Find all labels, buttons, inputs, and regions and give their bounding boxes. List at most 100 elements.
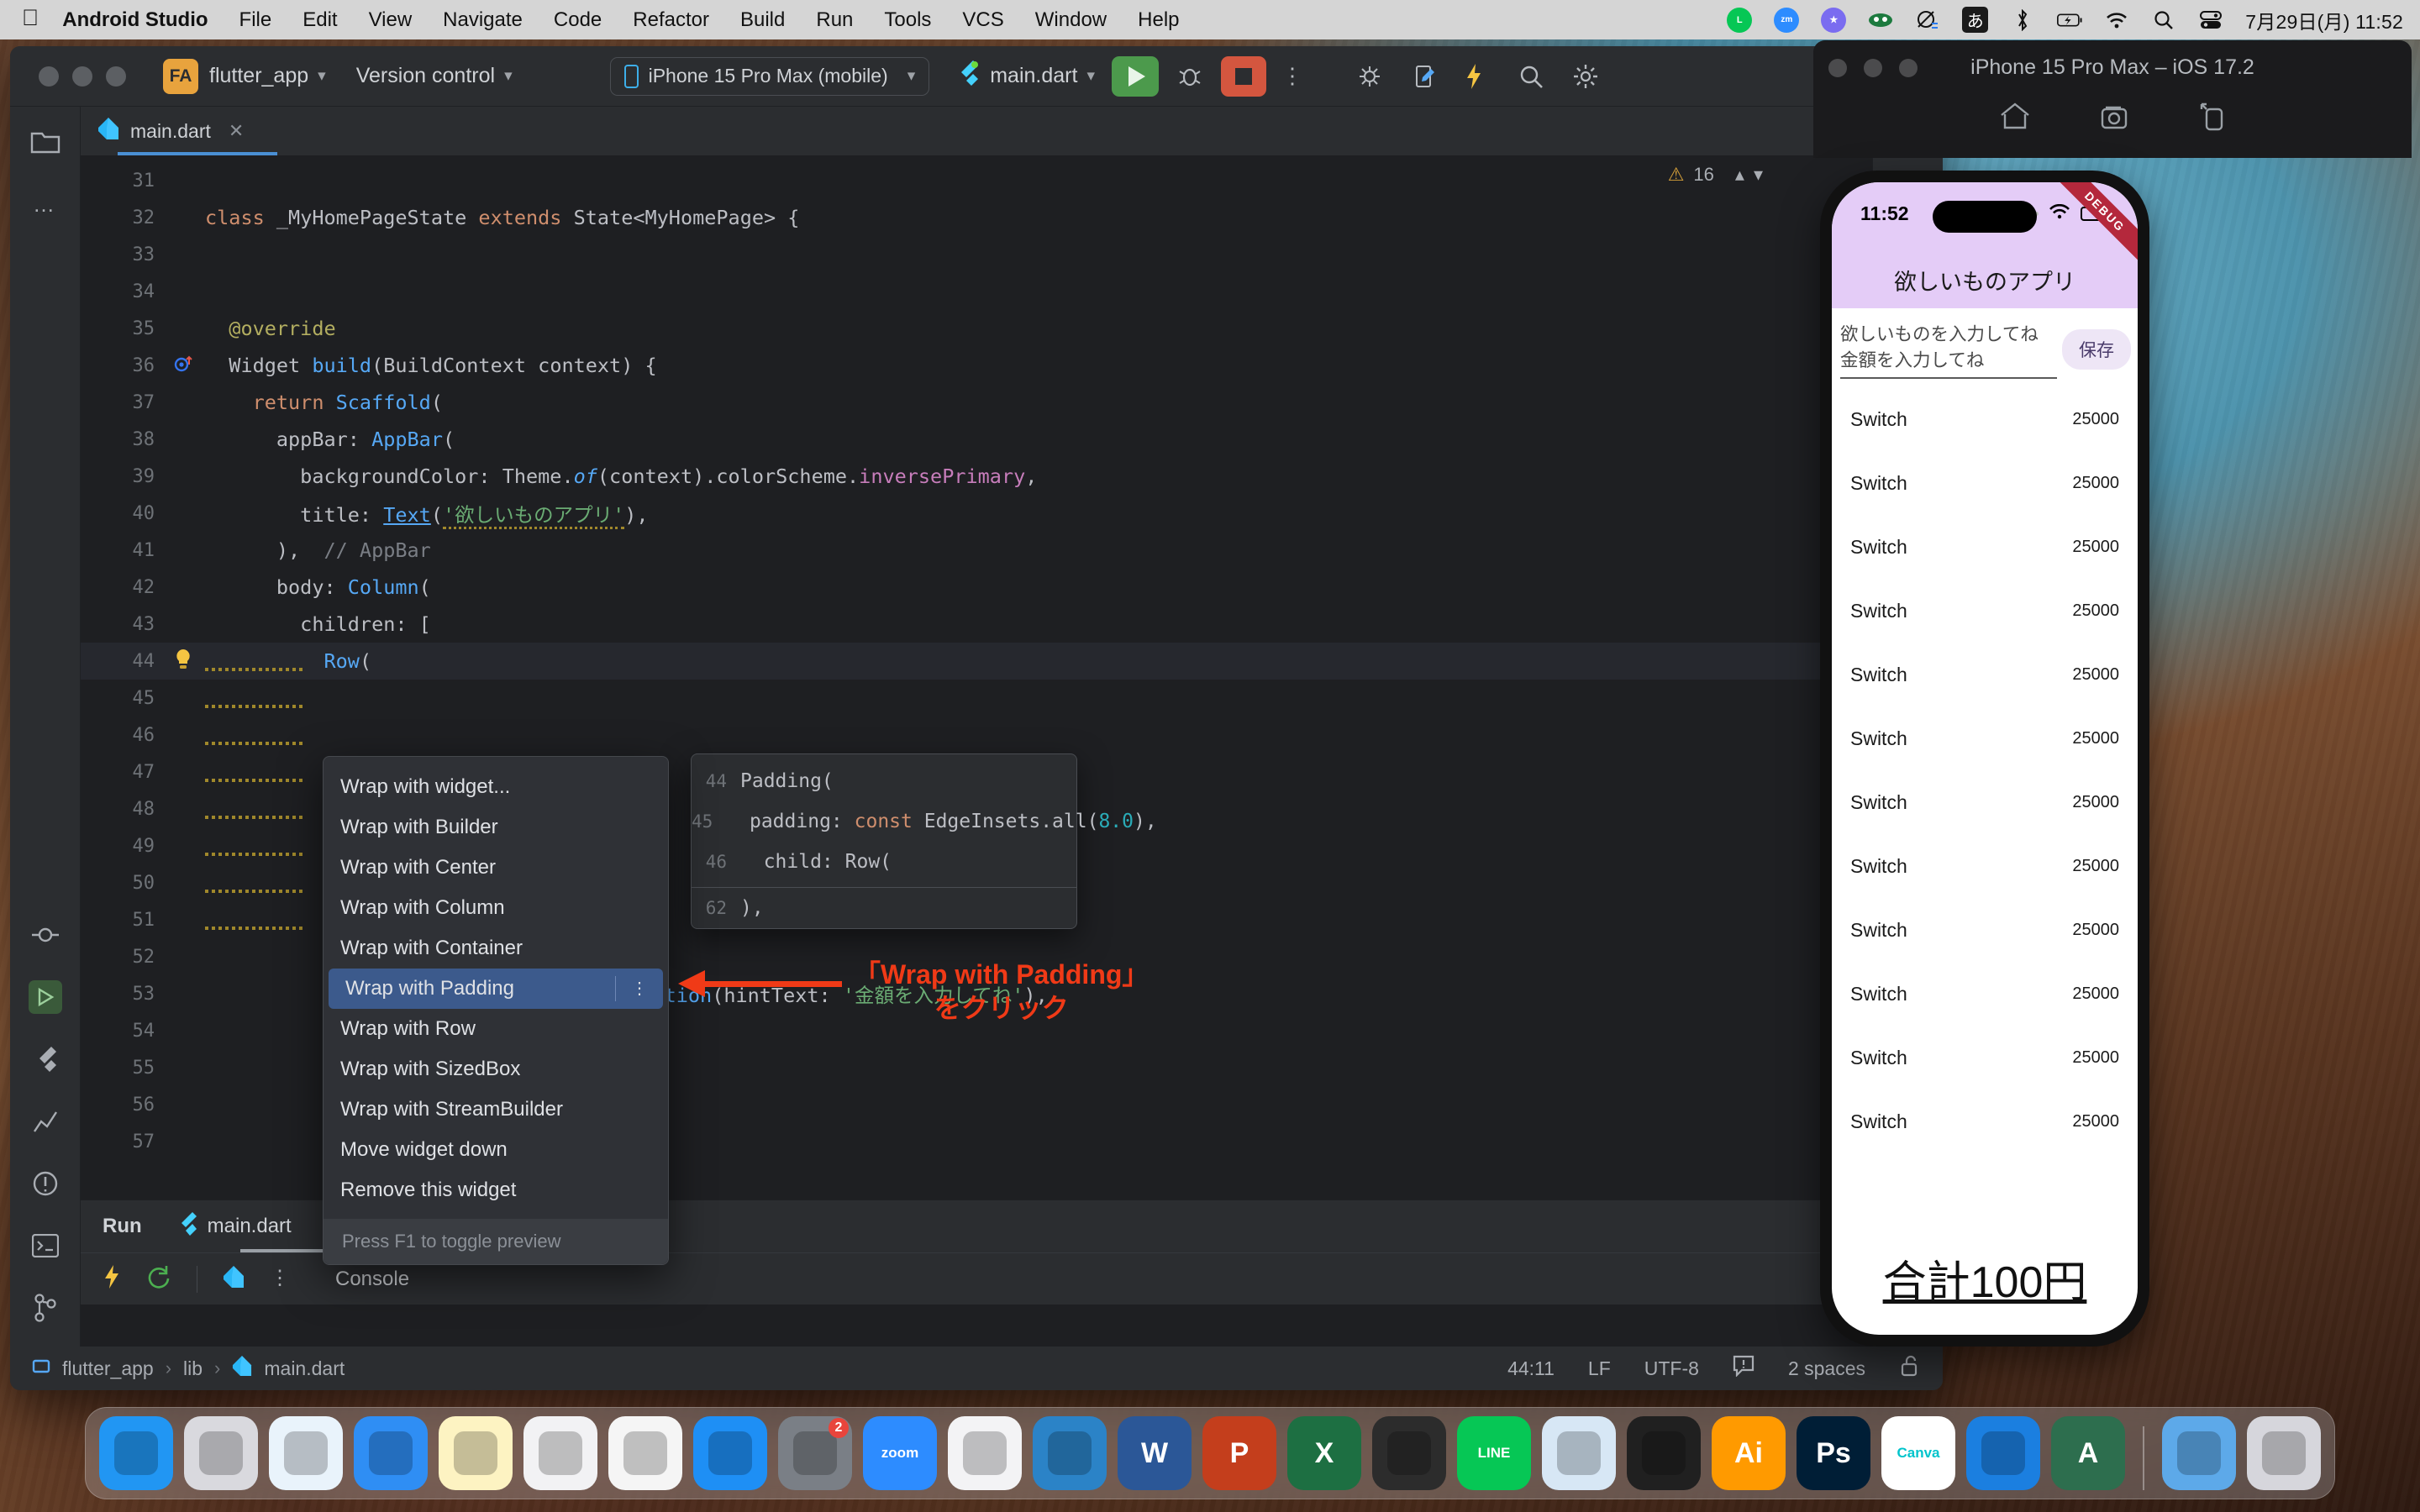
menu-item-tools[interactable]: Tools	[884, 8, 931, 32]
dock-xcode-icon[interactable]	[1966, 1416, 2040, 1490]
dock-downloads-icon[interactable]	[2162, 1416, 2236, 1490]
terminal-icon[interactable]	[29, 1229, 62, 1263]
code-line[interactable]: 33	[81, 236, 1872, 273]
dock-figma-icon[interactable]	[1372, 1416, 1446, 1490]
list-item[interactable]: Switch 25000	[1832, 1026, 2138, 1089]
edit-note-icon[interactable]	[1413, 64, 1436, 89]
code-line[interactable]: 42 body: Column(	[81, 569, 1872, 606]
rotate-icon[interactable]	[2196, 101, 2227, 135]
code-line[interactable]: 44 Row(	[81, 643, 1872, 680]
breadcrumb-project[interactable]: flutter_app	[62, 1357, 154, 1380]
console-more-icon[interactable]: ⋮	[270, 1268, 290, 1289]
antivirus-icon[interactable]	[1868, 8, 1893, 33]
menu-item-edit[interactable]: Edit	[302, 8, 337, 32]
close-window-button[interactable]	[39, 66, 59, 87]
device-selector[interactable]: iPhone 15 Pro Max (mobile) ▾	[609, 56, 930, 96]
search-icon[interactable]	[2151, 8, 2176, 33]
code-line[interactable]: 39 backgroundColor: Theme.of(context).co…	[81, 458, 1872, 495]
more-tool-windows-icon[interactable]: …	[29, 187, 62, 221]
dock-slack-icon[interactable]	[948, 1416, 1022, 1490]
menu-item-view[interactable]: View	[369, 8, 413, 32]
wish-list[interactable]: Switch 25000 Switch 25000 Switch 25000 Switch 2…	[1832, 387, 2138, 1153]
list-item[interactable]: Switch 25000	[1832, 643, 2138, 706]
dock-settings-icon[interactable]: 2	[778, 1416, 852, 1490]
list-item[interactable]: Switch 25000	[1832, 706, 2138, 770]
dock-canva-icon[interactable]: Canva	[1881, 1416, 1955, 1490]
menu-item-refactor[interactable]: Refactor	[633, 8, 709, 32]
console-output[interactable]	[81, 1305, 1872, 1347]
file-encoding[interactable]: UTF-8	[1644, 1357, 1699, 1380]
code-line[interactable]: 31	[81, 162, 1872, 199]
dock-preview-icon[interactable]	[1542, 1416, 1616, 1490]
apple-icon[interactable]: 	[22, 7, 39, 29]
menu-item-wrap-with-row[interactable]: Wrap with Row	[324, 1009, 668, 1049]
menu-item-wrap-with-container[interactable]: Wrap with Container	[324, 928, 668, 969]
override-marker-icon[interactable]	[161, 353, 205, 379]
search-everywhere-icon[interactable]	[1518, 64, 1544, 89]
code-line[interactable]: 41 ), // AppBar	[81, 532, 1872, 569]
menu-item-move-widget-down[interactable]: Move widget down	[324, 1130, 668, 1170]
dock-photoshop-icon[interactable]: Ps	[1797, 1416, 1870, 1490]
dock-chrome-icon[interactable]	[608, 1416, 682, 1490]
code-line[interactable]: 46	[81, 717, 1872, 753]
breadcrumb[interactable]: flutter_app › lib › main.dart	[32, 1355, 345, 1382]
menu-item-wrap-with-padding[interactable]: Wrap with Padding ⋮	[329, 969, 663, 1009]
save-button[interactable]: 保存	[2062, 329, 2131, 370]
menu-item-wrap-with-column[interactable]: Wrap with Column	[324, 888, 668, 928]
home-icon[interactable]	[1998, 101, 2032, 135]
dock-vscode-icon[interactable]	[1033, 1416, 1107, 1490]
iphone-screen[interactable]: 11:52 欲しいものアプリ DEBUG 欲しいものを入力してね金額を入力してね…	[1832, 182, 2138, 1335]
breadcrumb-folder[interactable]: lib	[183, 1357, 203, 1380]
menu-item-navigate[interactable]: Navigate	[443, 8, 523, 32]
list-item[interactable]: Switch 25000	[1832, 770, 2138, 834]
version-control-tool-icon[interactable]	[29, 1291, 62, 1325]
control-center-icon[interactable]	[2198, 8, 2223, 33]
dock-photos-icon[interactable]	[1627, 1416, 1701, 1490]
stop-button[interactable]	[1221, 55, 1266, 97]
list-item[interactable]: Switch 25000	[1832, 962, 2138, 1026]
hot-reload-icon[interactable]	[1465, 63, 1483, 90]
dart-file-icon[interactable]	[223, 1265, 245, 1293]
breadcrumb-file[interactable]: main.dart	[264, 1357, 345, 1380]
menu-item-remove-this-widget[interactable]: Remove this widget	[324, 1170, 668, 1210]
dock-line-icon[interactable]: LINE	[1457, 1416, 1531, 1490]
run-config-selector[interactable]: main.dart ▾	[955, 60, 1095, 92]
dock-powerpoint-icon[interactable]: P	[1202, 1416, 1276, 1490]
ime-icon[interactable]: あ	[1962, 7, 1989, 33]
version-control-selector[interactable]: Version control ▾	[356, 64, 513, 88]
window-traffic-lights[interactable]	[39, 66, 126, 87]
menu-item-wrap-with-builder[interactable]: Wrap with Builder	[324, 807, 668, 848]
dock-safari-icon[interactable]	[269, 1416, 343, 1490]
screenshot-icon[interactable]	[2097, 101, 2131, 135]
project-selector[interactable]: FA flutter_app ▾	[163, 58, 326, 94]
menu-item-wrap-with-streambuilder[interactable]: Wrap with StreamBuilder	[324, 1089, 668, 1130]
flutter-tool-icon[interactable]	[29, 1042, 62, 1076]
bluetooth-icon[interactable]	[2010, 8, 2035, 33]
more-actions-icon[interactable]: ⋮	[1281, 65, 1303, 86]
dock-mail-icon[interactable]	[354, 1416, 428, 1490]
wish-name-input[interactable]: 欲しいものを入力してね金額を入力してね	[1840, 320, 2057, 379]
code-line[interactable]: 32 class _MyHomePageState extends State<M…	[81, 199, 1872, 236]
menu-item-run[interactable]: Run	[816, 8, 853, 32]
code-line[interactable]: 43 children: [	[81, 606, 1872, 643]
inspection-status-icon[interactable]	[1733, 1355, 1754, 1382]
hot-restart-icon[interactable]	[146, 1264, 171, 1294]
console-label[interactable]: Console	[335, 1268, 409, 1291]
run-tool-icon[interactable]	[28, 980, 62, 1014]
dock-stocks-icon[interactable]	[523, 1416, 597, 1490]
menu-item-android-studio[interactable]: Android Studio	[62, 8, 208, 32]
code-line[interactable]: 35 @override	[81, 310, 1872, 347]
menu-item-vcs[interactable]: VCS	[962, 8, 1003, 32]
line-icon[interactable]: L	[1727, 7, 1753, 33]
code-line[interactable]: 34	[81, 273, 1872, 310]
profiler-icon[interactable]	[29, 1105, 62, 1138]
menu-item-wrap-with-sizedbox[interactable]: Wrap with SizedBox	[324, 1049, 668, 1089]
maximize-window-button[interactable]	[106, 66, 126, 87]
line-separator[interactable]: LF	[1588, 1357, 1611, 1380]
run-tab-label[interactable]: Run	[103, 1215, 142, 1238]
list-item[interactable]: Switch 25000	[1832, 387, 2138, 451]
screen-mirror-icon[interactable]	[1915, 8, 1940, 33]
code-line[interactable]: 37 return Scaffold(	[81, 384, 1872, 421]
editor-tab-main-dart[interactable]: main.dart ✕	[81, 107, 277, 155]
close-icon[interactable]: ✕	[229, 120, 244, 142]
